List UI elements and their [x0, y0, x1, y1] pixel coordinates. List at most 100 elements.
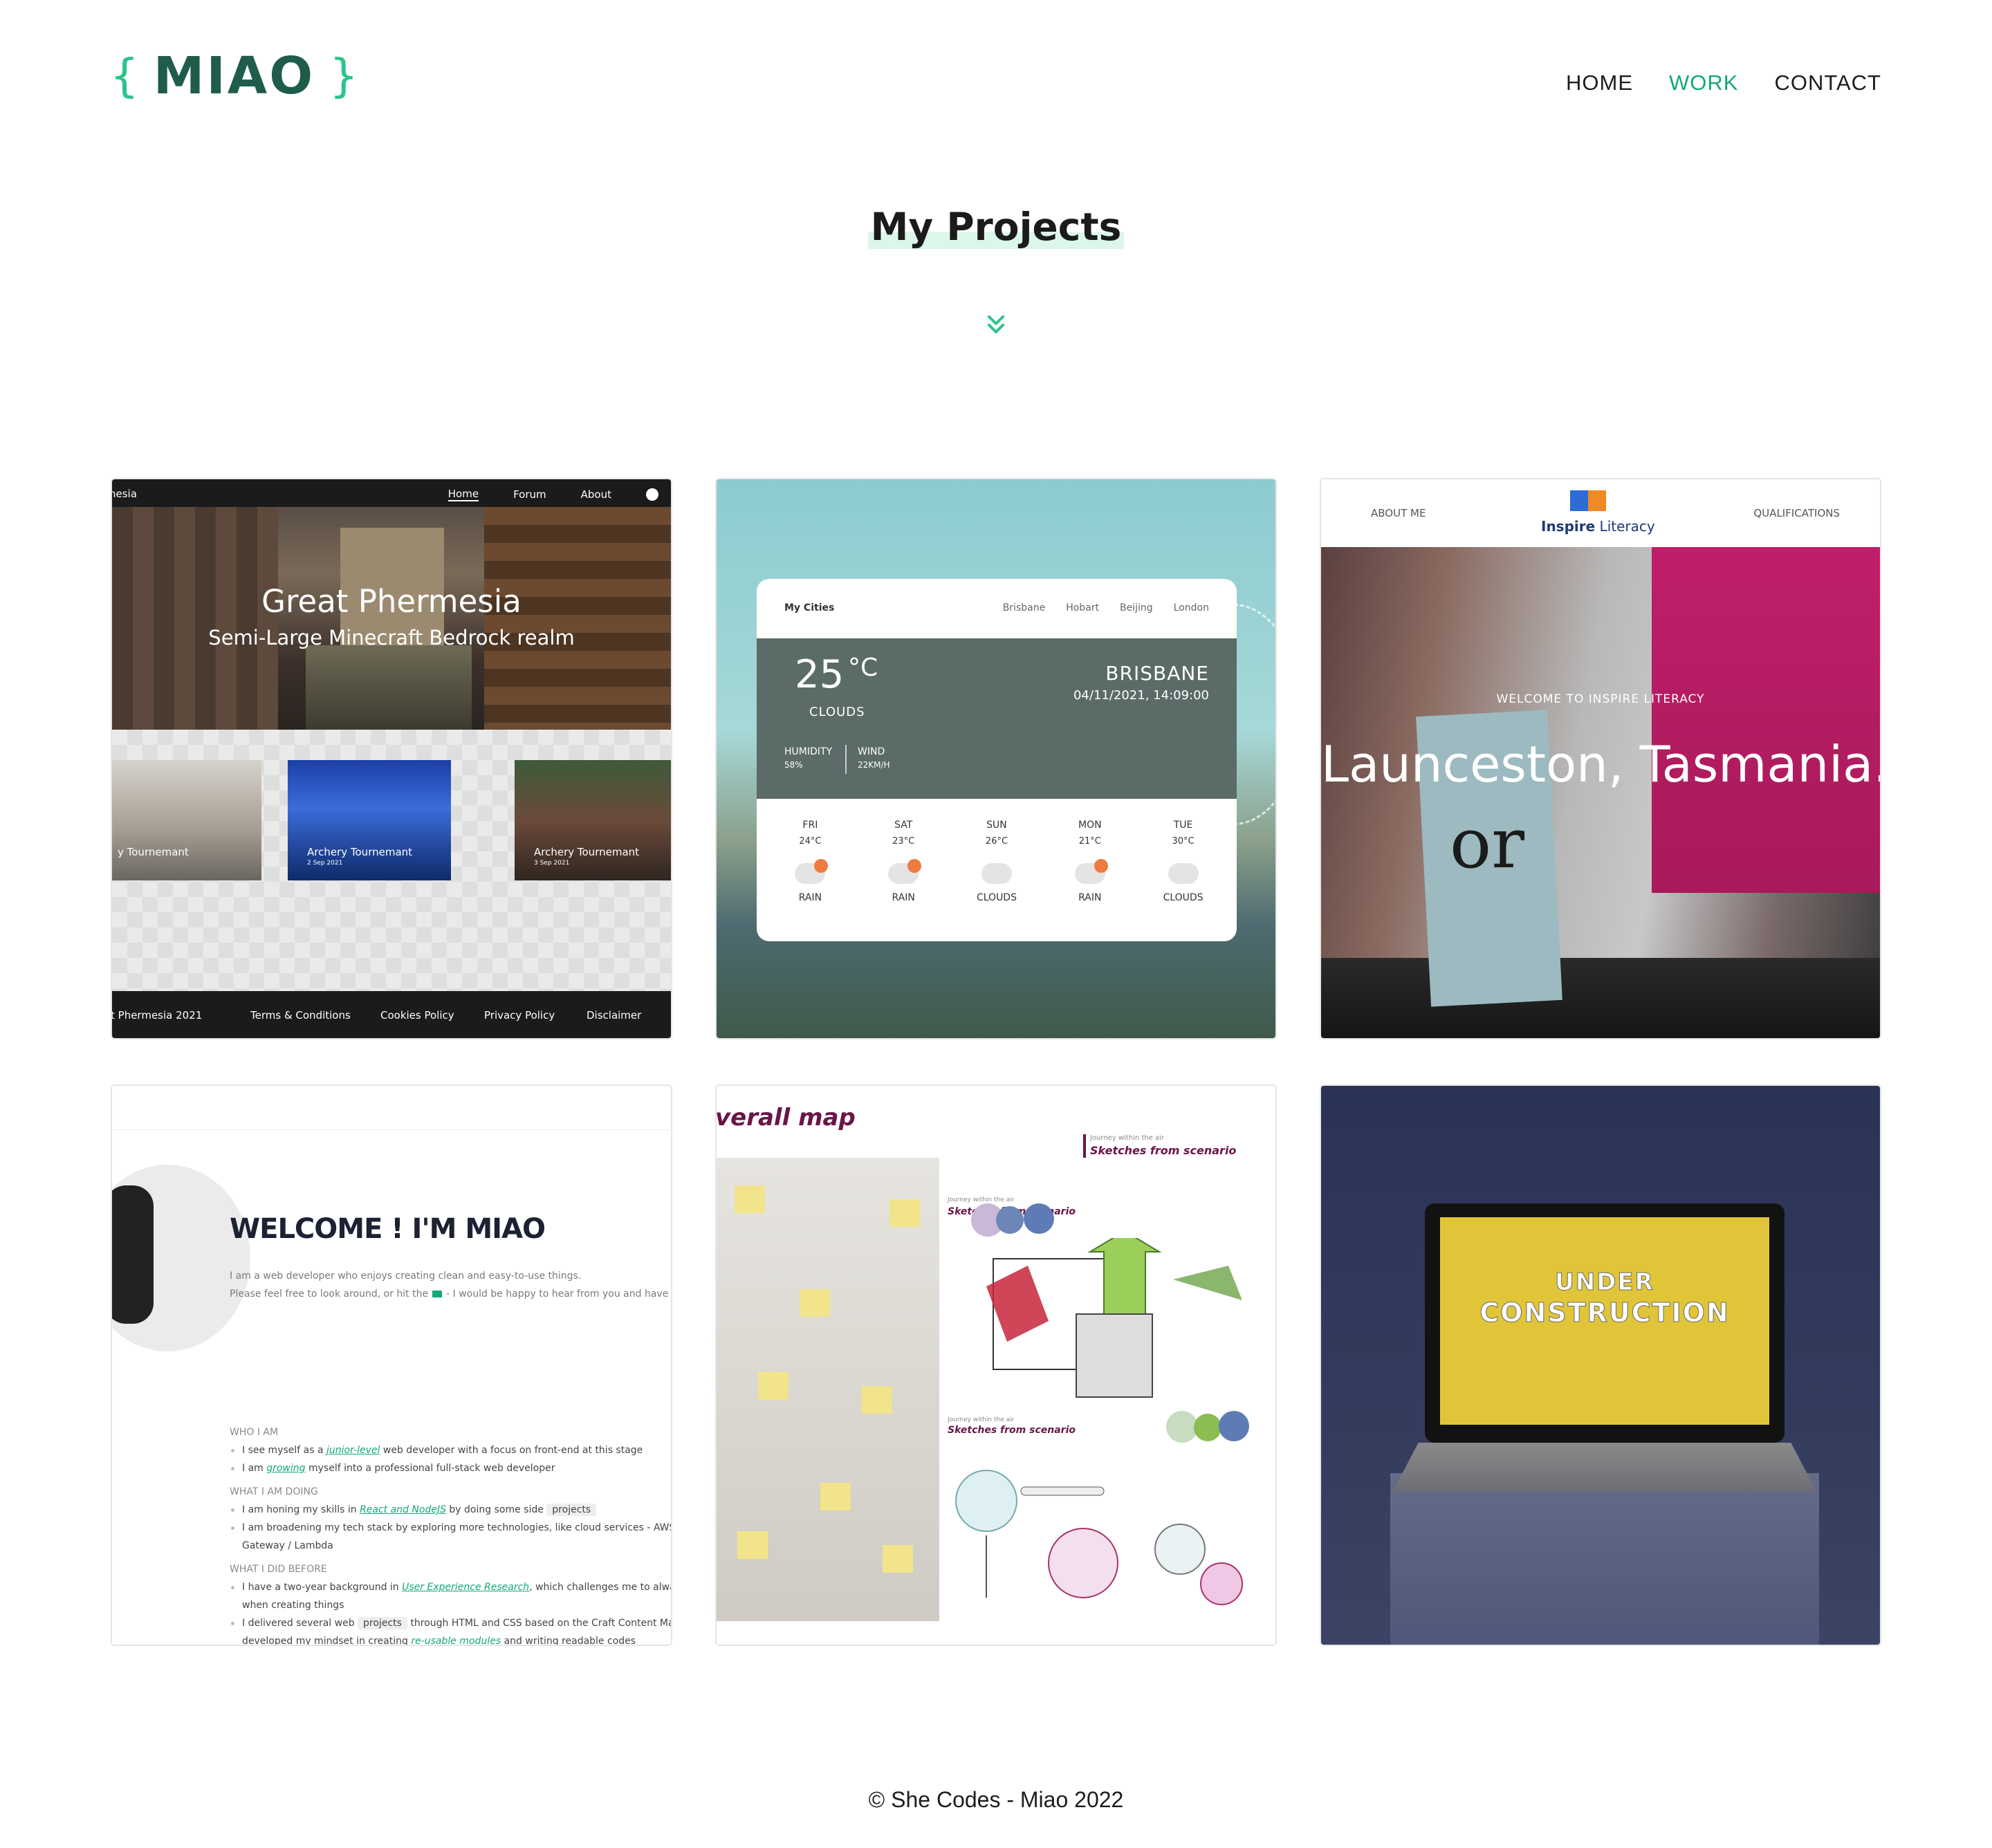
- humidity: HUMIDITY 58%: [784, 746, 832, 770]
- portfolio-heading: WELCOME ! I'M MIAO: [230, 1213, 546, 1245]
- project-card-under-construction[interactable]: UNDER CONSTRUCTION: [1320, 1084, 1881, 1646]
- construction-line-2: CONSTRUCTION: [1479, 1297, 1730, 1329]
- current-datetime: 04/11/2021, 14:09:00: [1073, 688, 1209, 703]
- user-icon: [646, 488, 658, 501]
- list-item: I am broadening my tech stack by explori…: [230, 1519, 671, 1537]
- logo-brace-open: {: [111, 49, 138, 102]
- project-card-portfolio[interactable]: WELCOME ! I'M MIAO I am a web developer …: [111, 1084, 672, 1646]
- sticky-note: [862, 1386, 892, 1414]
- inspire-location: Launceston, Tasmania.: [1321, 735, 1881, 793]
- sticky-note: [820, 1483, 851, 1510]
- forecast-day-temp: 21°C: [1078, 836, 1101, 847]
- forecast-day-name: TUE: [1173, 820, 1193, 831]
- tag: projects: [546, 1504, 597, 1516]
- rain-icon: [888, 859, 922, 884]
- forecast-day-name: SAT: [894, 820, 913, 831]
- forecast-row: FRI 24°C RAIN SAT 23°C RAIN SUN 26°C CLO…: [757, 799, 1237, 941]
- list-item: I see myself as a junior-level web devel…: [230, 1441, 671, 1459]
- page-title: My Projects: [867, 205, 1125, 249]
- forecast-day-name: SUN: [986, 820, 1007, 831]
- hero-desk: [1321, 958, 1880, 1038]
- nav-contact-link[interactable]: CONTACT: [1774, 71, 1881, 95]
- forecast-day: TUE 30°C CLOUDS: [1149, 799, 1218, 941]
- laptop-stand: [1390, 1473, 1819, 1645]
- current-city: BRISBANE: [1105, 662, 1209, 685]
- text: myself into a professional full-stack we…: [305, 1463, 555, 1474]
- portfolio-intro: I am a web developer who enjoys creating…: [230, 1267, 671, 1303]
- highlight: junior-level: [326, 1445, 380, 1456]
- text: and writing readable codes: [501, 1636, 636, 1646]
- project-card-weather[interactable]: My Cities Brisbane Hobart Beijing London…: [715, 478, 1277, 1040]
- product-sketch: [955, 1470, 1243, 1605]
- event-tile-date: 3 Sep 2021: [534, 860, 570, 867]
- tag: projects: [358, 1617, 407, 1629]
- weather-city-bar: My Cities Brisbane Hobart Beijing London: [757, 579, 1237, 638]
- wind-label: WIND: [858, 746, 885, 757]
- event-tile-caption: Archery Tournemant: [307, 846, 413, 858]
- event-tile-caption: Archery Tournemant: [534, 846, 640, 858]
- sketch-badge: [1194, 1414, 1221, 1441]
- highlight: re-usable modules: [411, 1636, 501, 1646]
- nav-work-link[interactable]: WORK: [1669, 71, 1738, 95]
- highlight: User Experience Research: [402, 1582, 530, 1593]
- project-card-sketches[interactable]: verall map Journey within the air Sketch…: [715, 1084, 1277, 1646]
- forecast-day-condition: CLOUDS: [1163, 892, 1204, 903]
- text: I have a two-year background in: [242, 1582, 403, 1593]
- inspire-hero: or WELCOME TO INSPIRE LITERACY Launcesto…: [1321, 547, 1881, 1038]
- list-item-continued: Gateway / Lambda: [242, 1540, 333, 1551]
- forecast-day-name: MON: [1078, 820, 1102, 831]
- phermesia-hero-subtitle: Semi-Large Minecraft Bedrock realm: [208, 626, 575, 649]
- forecast-day-temp: 26°C: [985, 836, 1008, 847]
- sketch-badge: [1024, 1203, 1054, 1234]
- phermesia-nav-about: About: [580, 488, 611, 501]
- sketch-subtitle: Journey within the air: [948, 1196, 1015, 1203]
- site-logo[interactable]: { MIAO }: [111, 46, 358, 106]
- highlight: growing: [266, 1463, 306, 1474]
- project-card-phermesia[interactable]: nesia Home Forum About Great Phermesia S…: [111, 478, 672, 1040]
- rain-icon: [795, 859, 829, 884]
- avatar: [112, 1165, 250, 1351]
- phermesia-hero: Great Phermesia Semi-Large Minecraft Bed…: [112, 507, 671, 730]
- logo-text: MIAO: [153, 46, 315, 106]
- nav-home-link[interactable]: HOME: [1566, 71, 1633, 95]
- sticky-note: [883, 1545, 913, 1573]
- city-link-beijing: Beijing: [1120, 602, 1153, 613]
- forecast-day: MON 21°C RAIN: [1055, 799, 1125, 941]
- text: through HTML and CSS based on the Craft …: [407, 1618, 672, 1629]
- section-label: WHAT I AM DOING: [230, 1486, 318, 1497]
- forecast-day: FRI 24°C RAIN: [775, 799, 845, 941]
- inspire-welcome: WELCOME TO INSPIRE LITERACY: [1496, 692, 1705, 706]
- section-label: WHAT I DID BEFORE: [230, 1564, 327, 1575]
- forecast-day-condition: RAIN: [798, 892, 822, 903]
- text: by doing some side: [445, 1504, 547, 1515]
- site-footer: © She Codes - Miao 2022: [868, 1787, 1124, 1812]
- text: I am: [242, 1463, 267, 1474]
- phermesia-navbar: nesia Home Forum About: [112, 479, 671, 507]
- sticky-note: [735, 1185, 765, 1213]
- intro-text: - I would be happy to hear from you and …: [446, 1288, 671, 1300]
- current-temp-unit: °C: [848, 654, 878, 682]
- section-label: WHO I AM: [230, 1427, 279, 1438]
- forecast-day-temp: 30°C: [1172, 836, 1195, 847]
- phermesia-footer-privacy: Privacy Policy: [484, 1009, 555, 1022]
- highlight: React and NodeJS: [360, 1504, 446, 1515]
- forecast-day-temp: 24°C: [799, 836, 822, 847]
- inspire-logo-light: Literacy: [1599, 518, 1655, 535]
- phermesia-body: y Tournemant Archery Tournemant 2 Sep 20…: [112, 730, 671, 992]
- city-link-london: London: [1173, 602, 1209, 613]
- list-item-continued: developed my mindset in creating re-usab…: [230, 1632, 671, 1646]
- laptop-keyboard: [1393, 1443, 1816, 1491]
- sticky-note: [889, 1199, 920, 1227]
- phermesia-hero-title: Great Phermesia: [261, 583, 522, 620]
- sketch-subtitle: Journey within the air: [948, 1416, 1015, 1423]
- cloud-icon: [1168, 863, 1199, 884]
- inspire-nav-qualifications: QUALIFICATIONS: [1753, 507, 1840, 519]
- sticky-note: [758, 1372, 788, 1400]
- project-card-inspire-literacy[interactable]: ABOUT ME Inspire Literacy QUALIFICATIONS…: [1320, 478, 1881, 1040]
- accent-bar: [1083, 1134, 1086, 1158]
- forecast-day-condition: RAIN: [892, 892, 915, 903]
- cloud-icon: [981, 863, 1012, 884]
- portfolio-about-list: WHO I AM I see myself as a junior-level …: [230, 1418, 672, 1646]
- divider: [845, 745, 847, 774]
- double-chevron-down-icon[interactable]: [986, 313, 1006, 338]
